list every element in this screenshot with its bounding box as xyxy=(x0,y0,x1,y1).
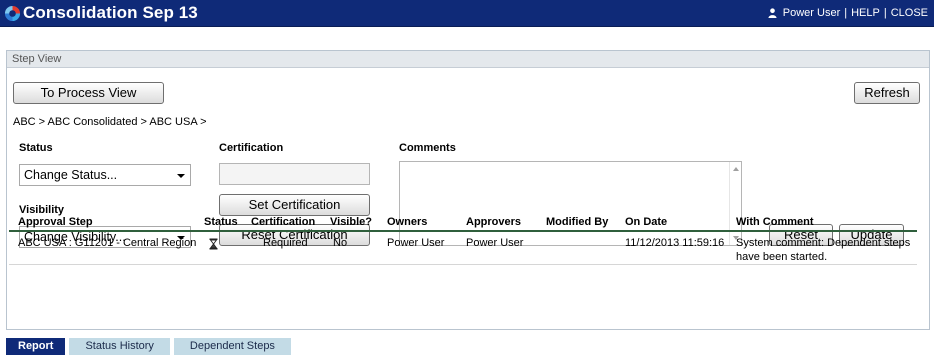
chevron-down-icon xyxy=(177,174,185,178)
top-links: Power User | HELP | CLOSE xyxy=(768,7,928,19)
column-header[interactable]: Approval Step xyxy=(18,216,93,228)
column-header[interactable]: Approvers xyxy=(466,216,521,228)
current-user-name: Power User xyxy=(782,7,841,19)
app-logo-icon xyxy=(4,5,21,22)
approval-table: Approval Step Status Certification Visib… xyxy=(9,213,917,265)
column-header[interactable]: With Comment xyxy=(736,216,814,228)
status-label: Status xyxy=(19,142,53,154)
certification-label: Certification xyxy=(219,142,284,154)
table-header: Approval Step Status Certification Visib… xyxy=(9,213,917,232)
cell-owners: Power User xyxy=(387,237,445,249)
panel-title: Step View xyxy=(7,51,929,68)
breadcrumb: ABC > ABC Consolidated > ABC USA > xyxy=(13,116,207,128)
column-header[interactable]: Modified By xyxy=(546,216,608,228)
cell-on-date: 11/12/2013 11:59:16 xyxy=(625,237,725,249)
column-header[interactable]: On Date xyxy=(625,216,667,228)
column-header[interactable]: Visible? xyxy=(330,216,372,228)
status-select[interactable]: Change Status... xyxy=(19,164,191,186)
tab-dependent-steps[interactable]: Dependent Steps xyxy=(173,338,291,355)
column-header[interactable]: Certification xyxy=(251,216,315,228)
link-separator: | xyxy=(844,7,848,19)
refresh-button[interactable]: Refresh xyxy=(854,82,920,104)
user-icon xyxy=(768,8,777,18)
step-view-panel: Step View To Process View Refresh ABC > … xyxy=(6,50,930,330)
cell-approval-step: ABC USA : G11201 - Central Region xyxy=(18,237,197,249)
scroll-up-icon[interactable] xyxy=(733,167,739,171)
table-row[interactable]: ABC USA : G11201 - Central Region Requir… xyxy=(9,232,917,265)
cell-with-comment: System comment: Dependent steps have bee… xyxy=(736,237,911,263)
cell-certification: Required xyxy=(263,237,308,249)
column-header[interactable]: Status xyxy=(204,216,238,228)
cell-visible: No xyxy=(333,237,348,249)
certification-field[interactable] xyxy=(219,163,370,185)
status-select-value: Change Status... xyxy=(24,168,118,182)
bottom-tabs: Report Status History Dependent Steps xyxy=(6,338,291,355)
app-title: Consolidation Sep 13 xyxy=(23,3,198,22)
close-link[interactable]: CLOSE xyxy=(891,7,928,19)
link-separator: | xyxy=(883,7,887,19)
column-header[interactable]: Owners xyxy=(387,216,427,228)
comments-label: Comments xyxy=(399,142,456,154)
app-header: Consolidation Sep 13 Power User | HELP |… xyxy=(0,0,934,27)
hourglass-icon xyxy=(209,238,218,250)
tab-status-history[interactable]: Status History xyxy=(69,338,170,355)
tab-report[interactable]: Report xyxy=(6,338,66,355)
cell-approvers: Power User xyxy=(466,237,524,249)
to-process-view-button[interactable]: To Process View xyxy=(13,82,164,104)
help-link[interactable]: HELP xyxy=(851,7,880,19)
